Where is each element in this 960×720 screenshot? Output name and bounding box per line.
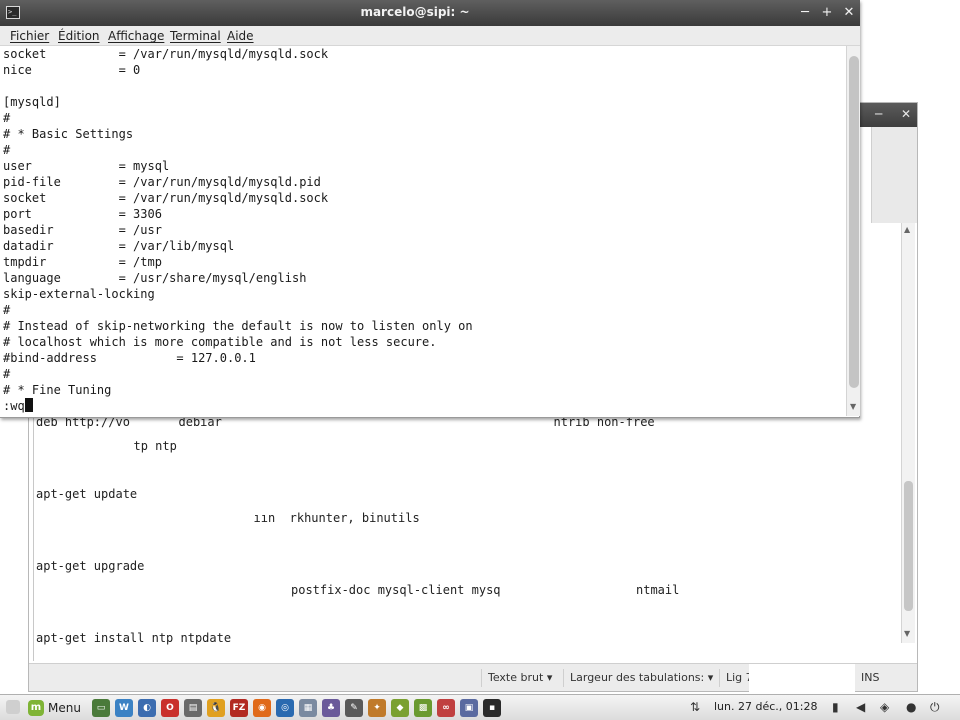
- office-icon[interactable]: O: [161, 699, 179, 717]
- terminal-titlebar[interactable]: >_ marcelo@sipi: ~ ─ + ✕: [0, 0, 860, 26]
- terminal-line: socket = /var/run/mysqld/mysqld.sock: [3, 47, 329, 61]
- terminal-line: skip-external-locking: [3, 287, 155, 301]
- terminal-line: nice = 0: [3, 63, 141, 77]
- terminal-line: port = 3306: [3, 207, 162, 221]
- writer-icon[interactable]: W: [115, 699, 133, 717]
- menu-affichage[interactable]: Affichage: [108, 28, 164, 44]
- background-editor-gutter: [33, 415, 34, 661]
- files-icon[interactable]: ▭: [92, 699, 110, 717]
- terminal-scrollbar[interactable]: ▼: [846, 46, 860, 416]
- terminal-line: #: [3, 367, 11, 381]
- scrollbar-thumb[interactable]: [904, 481, 913, 611]
- close-icon[interactable]: ✕: [840, 4, 858, 22]
- terminal-line: #: [3, 303, 11, 317]
- power-icon[interactable]: ⏻: [930, 700, 940, 715]
- terminal-line: language = /usr/share/mysql/english: [3, 271, 307, 285]
- terminal-line: user = mysql: [3, 159, 170, 173]
- app-grid-icon[interactable]: ▩: [414, 699, 432, 717]
- statusbar-blank: [749, 664, 855, 692]
- terminal-line: socket = /var/run/mysqld/mysqld.sock: [3, 191, 329, 205]
- insert-mode: INS: [855, 669, 885, 687]
- command-text: :wq: [3, 399, 25, 413]
- editor-icon[interactable]: ✎: [345, 699, 363, 717]
- clock[interactable]: lun. 27 déc., 01:28: [714, 700, 817, 713]
- editor-text-fragment: apt-get install ntp ntpdate: [36, 631, 232, 645]
- editor-text-fragment: postfix-doc mysql-client mysq: [291, 583, 501, 597]
- text-cursor: [24, 398, 33, 412]
- syntax-mode-label: Texte brut: [488, 671, 544, 684]
- group-icon[interactable]: ♣: [322, 699, 340, 717]
- editor-text-fragment: tp ntp: [133, 439, 177, 453]
- taskbar: m Menu ▭ W ◐ O ▤ 🐧 FZ ◉ ◎ ▦ ♣ ✎ ✦ ◆ ▩ ∞ ▣ ▪ ⇅ lun. 27 déc…: [0, 694, 960, 720]
- background-editor-scrollbar[interactable]: ▲ ▼: [901, 223, 915, 643]
- window-title: marcelo@sipi: ~: [360, 5, 470, 19]
- menu-edition[interactable]: Édition: [58, 28, 100, 44]
- terminal-line: pid-file = /var/run/mysqld/mysqld.pid: [3, 175, 321, 189]
- close-icon[interactable]: ✕: [901, 107, 911, 121]
- syntax-mode-selector[interactable]: Texte brut ▾: [481, 669, 558, 687]
- user-icon[interactable]: ●: [906, 700, 916, 714]
- chevron-down-icon: ▾: [707, 671, 714, 684]
- tab-width-label: Largeur des tabulations:: [570, 671, 705, 684]
- editor-text-fragment: ntmail: [636, 583, 680, 597]
- terminal-line: # Instead of skip-networking the default…: [3, 319, 473, 333]
- menu-terminal[interactable]: Terminal: [170, 28, 221, 44]
- show-desktop-icon[interactable]: [6, 700, 20, 714]
- battery-icon[interactable]: ▮: [832, 700, 839, 714]
- mint-logo-icon: m: [28, 700, 44, 716]
- scrollbar-thumb[interactable]: [849, 56, 859, 388]
- app-window-icon[interactable]: ▣: [460, 699, 478, 717]
- terminal-menubar: Fichier Édition Affichage Terminal Aide: [0, 26, 860, 46]
- scroll-down-icon[interactable]: ▼: [850, 402, 856, 411]
- terminal-line: [mysqld]: [3, 95, 61, 109]
- minimize-icon[interactable]: ─: [796, 4, 814, 22]
- scroll-up-icon[interactable]: ▲: [904, 225, 910, 234]
- menu-fichier[interactable]: Fichier: [10, 28, 49, 44]
- minimize-icon[interactable]: ─: [875, 107, 882, 121]
- terminal-line: #bind-address = 127.0.0.1: [3, 351, 256, 365]
- thunderbird-icon[interactable]: ◎: [276, 699, 294, 717]
- terminal-line: #: [3, 143, 11, 157]
- terminal-line: tmpdir = /tmp: [3, 255, 162, 269]
- filezilla-icon[interactable]: FZ: [230, 699, 248, 717]
- app-dark-icon[interactable]: ▪: [483, 699, 501, 717]
- background-editor-statusbar: Texte brut ▾ Largeur des tabulations: ▾ …: [29, 663, 917, 692]
- menu-aide[interactable]: Aide: [227, 28, 254, 44]
- butterfly-icon[interactable]: ✦: [368, 699, 386, 717]
- terminal-window[interactable]: >_ marcelo@sipi: ~ ─ + ✕ Fichier Édition…: [0, 0, 860, 418]
- firefox-icon[interactable]: ◉: [253, 699, 271, 717]
- terminal-line: # * Basic Settings: [3, 127, 134, 141]
- shield-icon[interactable]: ◈: [880, 700, 889, 714]
- maximize-icon[interactable]: +: [818, 4, 836, 22]
- editor-text-fragment: apt-get upgrade: [36, 559, 145, 573]
- app-green-icon[interactable]: ◆: [391, 699, 409, 717]
- software-icon[interactable]: ◐: [138, 699, 156, 717]
- terminal-line: # * Fine Tuning: [3, 383, 112, 397]
- editor-text-fragment: apt-get update: [36, 487, 138, 501]
- network-icon[interactable]: ▦: [299, 699, 317, 717]
- volume-icon[interactable]: ◀: [856, 700, 865, 714]
- terminal-launcher-icon[interactable]: ▤: [184, 699, 202, 717]
- penguin-icon[interactable]: 🐧: [207, 699, 225, 717]
- chevron-down-icon: ▾: [546, 671, 553, 684]
- terminal-line: # localhost which is more compatible and…: [3, 335, 437, 349]
- scroll-down-icon[interactable]: ▼: [904, 629, 910, 638]
- background-editor-side-panel: [871, 127, 917, 223]
- start-menu-button[interactable]: m Menu: [26, 698, 81, 718]
- start-menu-label: Menu: [48, 701, 81, 715]
- network-tray-icon[interactable]: ⇅: [690, 700, 700, 714]
- command-line[interactable]: :wq: [3, 398, 33, 414]
- terminal-line: #: [3, 111, 11, 125]
- terminal-line: datadir = /var/lib/mysql: [3, 239, 235, 253]
- terminal-text-area[interactable]: socket = /var/run/mysqld/mysqld.sock nice…: [0, 46, 846, 416]
- insert-mode-label: INS: [861, 671, 880, 684]
- tab-width-selector[interactable]: Largeur des tabulations: ▾: [563, 669, 719, 687]
- app-red-icon[interactable]: ∞: [437, 699, 455, 717]
- terminal-line: basedir = /usr: [3, 223, 162, 237]
- editor-text-fragment: ıın rkhunter, binutils: [253, 511, 420, 525]
